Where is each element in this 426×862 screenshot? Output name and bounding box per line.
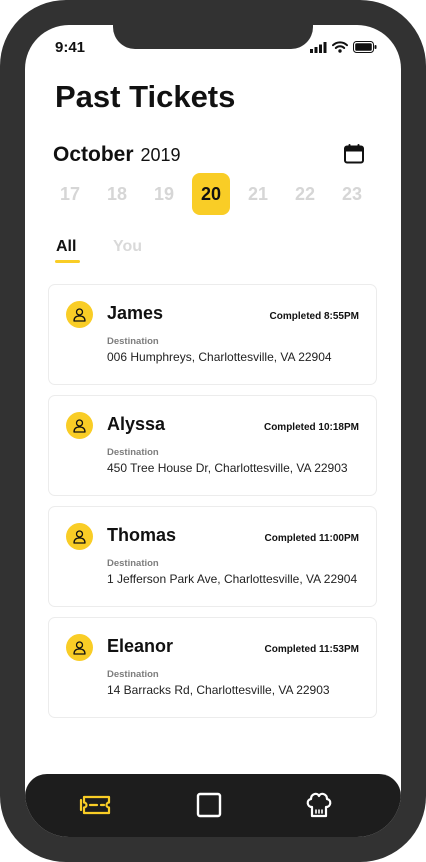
tab-all[interactable]: All	[56, 238, 76, 256]
ticket-name: Alyssa	[107, 414, 166, 434]
day-21[interactable]: 21	[239, 173, 277, 215]
day-strip: 17 18 19 20 21 22 23	[47, 173, 377, 215]
tab-you[interactable]: You	[113, 238, 142, 256]
destination-address: 006 Humphreys, Charlottesville, VA 22904	[107, 350, 332, 364]
app-screen: 9:41 Past Tickets October 2019 17 18 19 …	[25, 25, 401, 837]
month-label: October	[53, 143, 134, 166]
month-selector[interactable]: October 2019	[53, 143, 181, 167]
device-notch	[113, 25, 313, 49]
nav-tickets-button[interactable]	[75, 788, 115, 822]
ticket-name: James	[107, 303, 164, 323]
page-title: Past Tickets	[55, 79, 236, 114]
nav-square-button[interactable]	[189, 788, 229, 822]
day-22[interactable]: 22	[286, 173, 324, 215]
user-icon	[73, 529, 86, 544]
destination-label: Destination	[107, 669, 159, 680]
nav-chef-button[interactable]	[299, 788, 339, 822]
destination-label: Destination	[107, 558, 159, 569]
user-icon	[73, 640, 86, 655]
ticket-status: Completed 8:55PM	[269, 311, 359, 322]
destination-address: 450 Tree House Dr, Charlottesville, VA 2…	[107, 461, 348, 475]
ticket-card[interactable]: Eleanor Completed 11:53PM Destination 14…	[48, 617, 377, 718]
day-20-selected[interactable]: 20	[192, 173, 230, 215]
destination-address: 1 Jefferson Park Ave, Charlottesville, V…	[107, 572, 358, 586]
signal-icon	[310, 41, 327, 53]
ticket-status: Completed 11:00PM	[264, 533, 359, 544]
ticket-icon	[79, 795, 111, 815]
avatar	[66, 523, 93, 550]
device-frame: 9:41 Past Tickets October 2019 17 18 19 …	[0, 0, 426, 862]
avatar	[66, 634, 93, 661]
day-23[interactable]: 23	[333, 173, 371, 215]
year-label: 2019	[140, 145, 181, 165]
avatar	[66, 301, 93, 328]
calendar-icon[interactable]	[343, 143, 365, 165]
ticket-card[interactable]: Alyssa Completed 10:18PM Destination 450…	[48, 395, 377, 496]
user-icon	[73, 418, 86, 433]
day-18[interactable]: 18	[98, 173, 136, 215]
status-icons	[310, 41, 377, 53]
ticket-card[interactable]: Thomas Completed 11:00PM Destination 1 J…	[48, 506, 377, 607]
avatar	[66, 412, 93, 439]
battery-icon	[353, 41, 377, 53]
active-tab-indicator	[55, 260, 80, 263]
wifi-icon	[332, 41, 348, 53]
day-17[interactable]: 17	[51, 173, 89, 215]
chef-hat-icon	[306, 792, 332, 818]
ticket-name: Eleanor	[107, 636, 174, 656]
status-time: 9:41	[55, 39, 86, 56]
bottom-nav	[25, 774, 401, 837]
day-19[interactable]: 19	[145, 173, 183, 215]
destination-label: Destination	[107, 336, 159, 347]
ticket-card[interactable]: James Completed 8:55PM Destination 006 H…	[48, 284, 377, 385]
user-icon	[73, 307, 86, 322]
destination-address: 14 Barracks Rd, Charlottesville, VA 2290…	[107, 683, 330, 697]
ticket-status: Completed 10:18PM	[263, 422, 359, 433]
square-icon	[196, 792, 222, 818]
ticket-name: Thomas	[107, 525, 177, 545]
destination-label: Destination	[107, 447, 159, 458]
ticket-status: Completed 11:53PM	[264, 644, 359, 655]
